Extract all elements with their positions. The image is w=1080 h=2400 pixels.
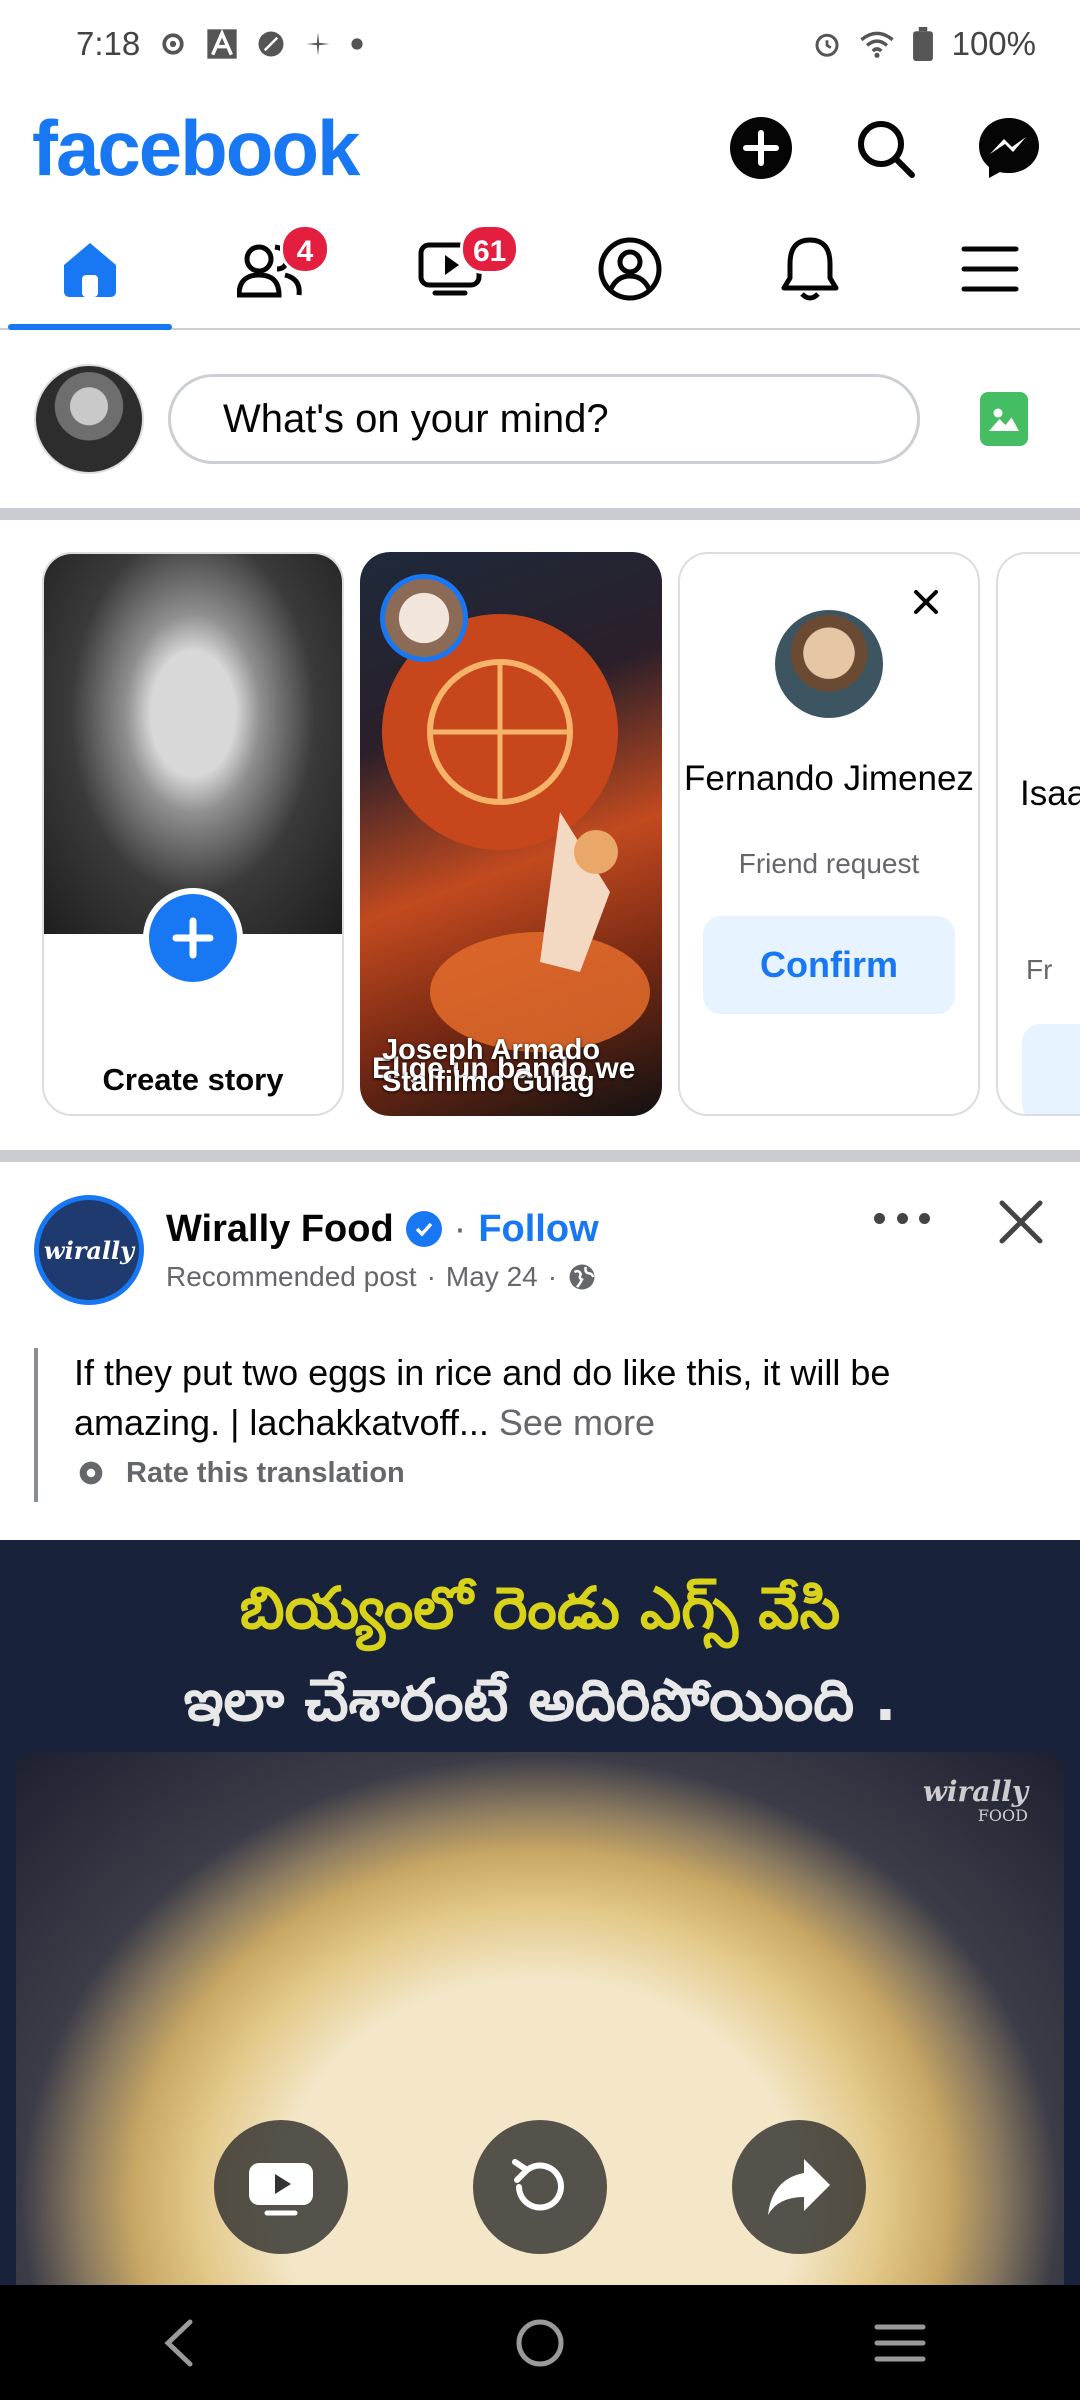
- rate-translation-label: Rate this translation: [126, 1456, 405, 1489]
- create-story-photo: [44, 554, 342, 934]
- friend-name: Fernando Jimenez: [684, 759, 974, 798]
- replay-icon: [512, 2159, 564, 2211]
- recents-button[interactable]: [855, 2298, 945, 2388]
- separator: ·: [426, 1260, 436, 1292]
- battery-level: 100%: [951, 25, 1036, 62]
- replay-button[interactable]: [473, 2120, 607, 2254]
- friends-badge: 4: [280, 224, 330, 274]
- separator: ·: [453, 1207, 467, 1250]
- story-avatar: [380, 574, 468, 662]
- post-header: wirally Wirally Food · Follow Recommende…: [0, 1175, 1080, 1325]
- messenger-icon: [979, 118, 1039, 178]
- home-button[interactable]: [495, 2298, 585, 2388]
- plus-icon: [172, 917, 214, 959]
- main-nav: 4 61: [0, 210, 1080, 330]
- create-story-button[interactable]: [143, 888, 243, 988]
- separator: ·: [547, 1260, 558, 1292]
- page-name[interactable]: Wirally Food: [166, 1208, 394, 1251]
- section-divider: [0, 1150, 1080, 1162]
- confirm-button-partial[interactable]: [1022, 1024, 1080, 1114]
- story-card[interactable]: Elige un bando we Joseph Armado Stalfilm…: [360, 552, 662, 1116]
- search-button[interactable]: [852, 115, 918, 181]
- add-icon: [730, 117, 792, 179]
- photo-button[interactable]: [980, 392, 1028, 446]
- post-composer: What's on your mind?: [0, 330, 1080, 508]
- dismiss-button[interactable]: [906, 582, 946, 622]
- story-author: Joseph Armado Stalfilmo Gulag: [382, 1034, 601, 1098]
- stories-tray: Create story Elige un bando we Joseph Ar…: [0, 520, 1080, 1150]
- status-time: 7:18: [76, 25, 141, 62]
- video-caption-line-2: ఇలా చేశారంటే అదిరిపోయింది .: [183, 1666, 897, 1734]
- recommended-label: Recommended post: [166, 1260, 417, 1292]
- back-icon: [164, 2319, 193, 2366]
- share-icon: [768, 2159, 830, 2215]
- friend-request-card-partial[interactable]: Isaa Fr: [996, 552, 1080, 1116]
- app-header: facebook: [0, 98, 1080, 198]
- home-circle-icon: [516, 2319, 564, 2366]
- hamburger-icon: [961, 246, 1019, 292]
- more-options-button[interactable]: [874, 1203, 930, 1233]
- rate-translation[interactable]: Rate this translation: [74, 1456, 1024, 1490]
- create-button[interactable]: [728, 115, 794, 181]
- battery-icon: [912, 27, 934, 61]
- recents-icon: [874, 2324, 926, 2361]
- wifi-icon: [859, 29, 894, 59]
- friend-avatar: [775, 610, 883, 718]
- alarm-icon: [812, 29, 842, 59]
- settings-icon: [79, 1461, 103, 1485]
- tab-watch[interactable]: 61: [360, 210, 540, 328]
- verified-badge-icon: [405, 1211, 442, 1247]
- video-caption: బియ్యంలో రెండు ఎగ్స్ వేసి ఇలా చేశారంటే అ…: [0, 1562, 1080, 1746]
- home-icon: [64, 243, 116, 297]
- messenger-button[interactable]: [976, 115, 1042, 181]
- hide-post-button[interactable]: [996, 1197, 1046, 1247]
- youtube-icon: [249, 2163, 313, 2216]
- close-icon: [999, 1200, 1043, 1244]
- create-story-label: Create story: [102, 1062, 284, 1097]
- post-video[interactable]: బియ్యంలో రెండు ఎగ్స్ వేసి ఇలా చేశారంటే అ…: [0, 1540, 1080, 2285]
- photo-icon: [989, 408, 1019, 431]
- search-icon: [858, 121, 915, 178]
- tab-menu[interactable]: [900, 210, 1080, 328]
- watermark: wirally FOOD: [923, 1778, 1028, 1828]
- status-bar: 7:18 100%: [0, 0, 1080, 88]
- confirm-button[interactable]: Confirm: [703, 916, 955, 1014]
- facebook-logo[interactable]: facebook: [32, 103, 360, 194]
- tab-profile[interactable]: [540, 210, 720, 328]
- status-input[interactable]: What's on your mind?: [168, 374, 920, 464]
- bell-icon: [781, 237, 839, 301]
- back-button[interactable]: [135, 2298, 225, 2388]
- globe-icon: [569, 1264, 595, 1289]
- post-date[interactable]: May 24: [446, 1261, 538, 1293]
- dot-icon: [350, 37, 364, 51]
- friend-request-label-partial: Fr: [1026, 954, 1053, 985]
- pinwheel-icon: [304, 30, 332, 58]
- leaf-icon: [256, 29, 286, 59]
- friend-request-label: Friend request: [738, 848, 920, 879]
- tab-home[interactable]: [0, 210, 180, 330]
- watch-on-youtube-button[interactable]: [214, 2120, 348, 2254]
- post-text: If they put two eggs in rice and do like…: [34, 1348, 1024, 1502]
- a-icon: [206, 28, 238, 60]
- tab-notifications[interactable]: [720, 210, 900, 328]
- settings-icon: [158, 29, 188, 59]
- friend-request-card[interactable]: Fernando Jimenez Friend request Confirm: [678, 552, 980, 1116]
- watch-badge: 61: [460, 224, 520, 274]
- see-more-link[interactable]: See more: [499, 1402, 655, 1443]
- avatar[interactable]: [34, 364, 144, 474]
- video-caption-line-1: బియ్యంలో రెండు ఎగ్స్ వేసి: [239, 1574, 841, 1642]
- profile-icon: [598, 237, 662, 301]
- section-divider: [0, 508, 1080, 520]
- post-body-text: If they put two eggs in rice and do like…: [74, 1352, 891, 1443]
- create-story-card[interactable]: Create story: [42, 552, 344, 1116]
- system-navigation-bar: [0, 2285, 1080, 2400]
- share-button[interactable]: [732, 2120, 866, 2254]
- follow-button[interactable]: Follow: [478, 1208, 598, 1251]
- close-icon: [914, 590, 938, 614]
- friend-name-partial: Isaa: [1020, 774, 1080, 813]
- page-avatar[interactable]: wirally: [34, 1195, 144, 1305]
- tab-friends[interactable]: 4: [180, 210, 360, 328]
